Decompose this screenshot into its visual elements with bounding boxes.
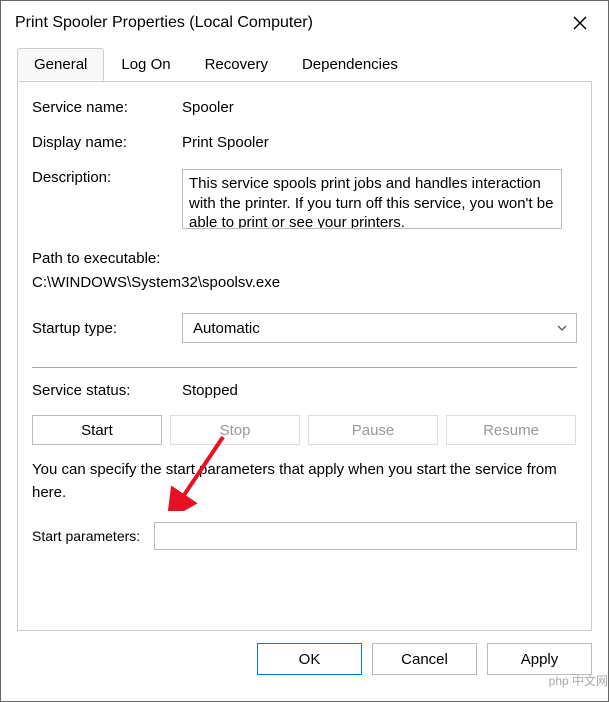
apply-button[interactable]: Apply (487, 643, 592, 675)
service-name-label: Service name: (32, 99, 182, 116)
startup-type-label: Startup type: (32, 320, 182, 337)
chevron-down-icon (556, 322, 568, 334)
tab-general[interactable]: General (17, 48, 104, 81)
start-button[interactable]: Start (32, 415, 162, 445)
pause-button: Pause (308, 415, 438, 445)
path-value: C:\WINDOWS\System32\spoolsv.exe (32, 271, 577, 295)
description-box[interactable]: This service spools print jobs and handl… (182, 169, 562, 229)
cancel-button[interactable]: Cancel (372, 643, 477, 675)
tab-recovery[interactable]: Recovery (188, 48, 285, 81)
watermark: php 中文网 (549, 672, 608, 689)
start-params-label: Start parameters: (32, 528, 140, 544)
resume-button: Resume (446, 415, 576, 445)
close-button[interactable] (566, 9, 594, 37)
startup-type-select[interactable]: Automatic (182, 313, 577, 343)
divider (32, 367, 577, 368)
service-status-label: Service status: (32, 382, 182, 399)
tab-logon[interactable]: Log On (104, 48, 187, 81)
dialog-buttons: OK Cancel Apply php 中文网 (1, 643, 608, 687)
tabstrip: General Log On Recovery Dependencies (17, 48, 592, 82)
ok-button[interactable]: OK (257, 643, 362, 675)
description-label: Description: (32, 169, 182, 186)
service-name-value: Spooler (182, 99, 234, 116)
general-panel: Service name: Spooler Display name: Prin… (17, 81, 592, 631)
start-params-input[interactable] (154, 522, 577, 550)
window-title: Print Spooler Properties (Local Computer… (15, 14, 313, 32)
start-params-note: You can specify the start parameters tha… (32, 459, 577, 504)
close-icon (573, 16, 587, 30)
display-name-value: Print Spooler (182, 134, 269, 151)
service-status-value: Stopped (182, 382, 238, 399)
startup-type-value: Automatic (193, 320, 260, 337)
tab-dependencies[interactable]: Dependencies (285, 48, 415, 81)
service-action-buttons: Start Stop Pause Resume (32, 415, 577, 445)
display-name-label: Display name: (32, 134, 182, 151)
titlebar: Print Spooler Properties (Local Computer… (1, 1, 608, 47)
path-label: Path to executable: (32, 247, 577, 271)
stop-button: Stop (170, 415, 300, 445)
